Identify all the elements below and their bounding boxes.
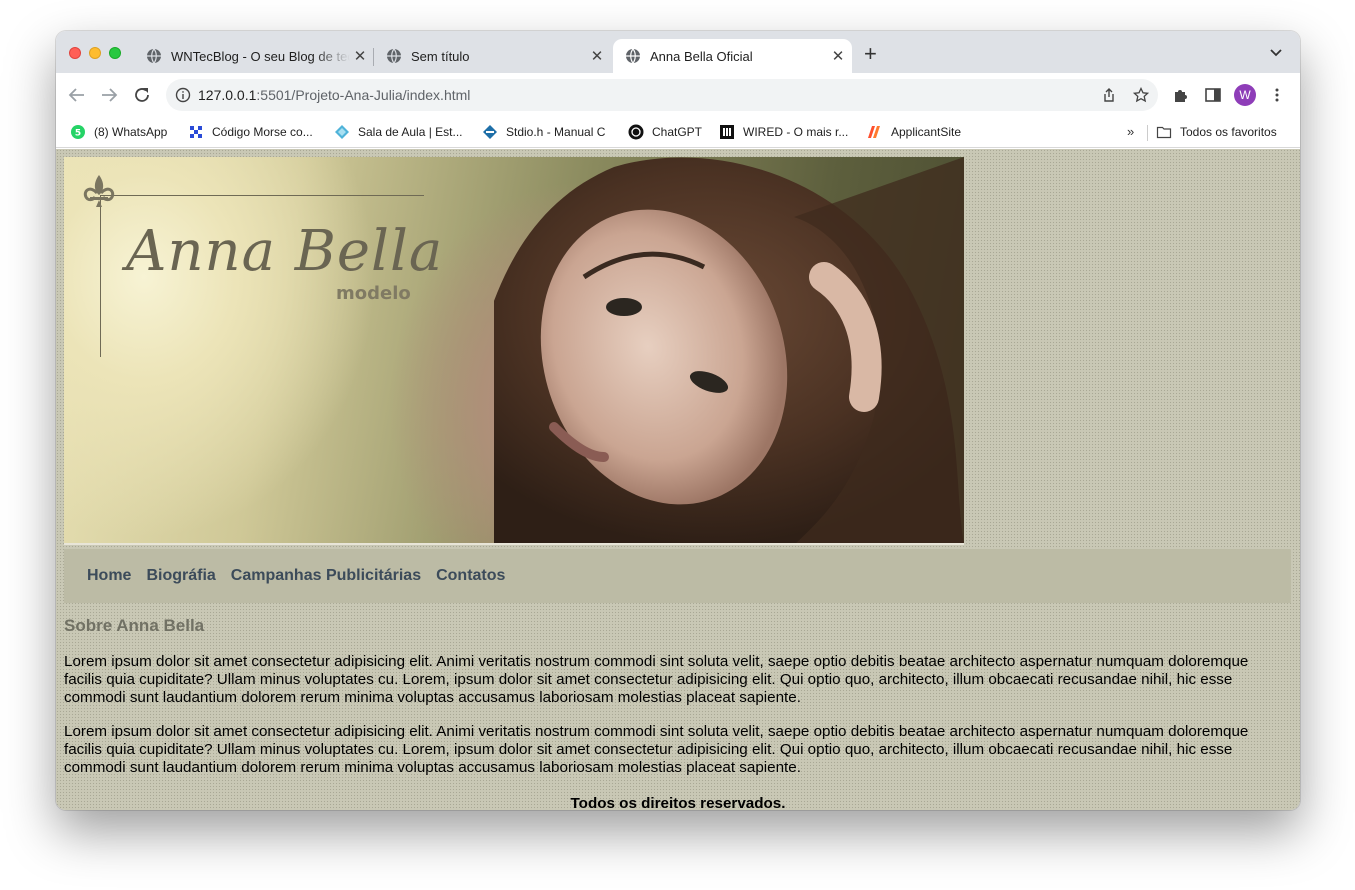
url-path: :5501/Projeto-Ana-Julia/index.html [256,87,471,103]
bookmark-label: (8) WhatsApp [94,125,168,139]
bookmark-chatgpt[interactable]: ChatGPT [628,123,702,141]
model-portrait-illustration [494,157,964,545]
nav-link-home[interactable]: Home [87,567,131,585]
tab-wntecblog[interactable]: WNTecBlog - O seu Blog de tecnologia ✕ [134,39,374,73]
banner-subtitle: modelo [336,283,411,304]
hero-banner-image: Anna Bella modelo [64,157,964,545]
close-icon[interactable]: ✕ [350,47,370,65]
page-viewport: Anna Bella modelo Home Biográfia Campanh… [56,149,1300,810]
wired-icon [720,125,734,139]
bookmarks-separator [1147,125,1148,141]
bookmark-label: Stdio.h - Manual C [506,125,606,139]
tab-anna-bella[interactable]: Anna Bella Oficial ✕ [613,39,852,73]
zoom-window-button[interactable] [109,47,121,59]
about-paragraph: Lorem ipsum dolor sit amet consectetur a… [64,723,1249,776]
bookmark-label: ApplicantSite [891,125,962,139]
star-icon[interactable] [1133,87,1149,103]
browser-window: WNTecBlog - O seu Blog de tecnologia ✕ S… [56,31,1300,810]
tab-strip: WNTecBlog - O seu Blog de tecnologia ✕ S… [56,31,1300,73]
bookmarks-bar: 5 (8) WhatsApp Código Morse co... Sala d… [56,117,1300,148]
morse-icon [189,125,203,139]
chatgpt-icon [628,124,644,140]
main-nav: Home Biográfia Campanhas Publicitárias C… [64,549,1291,603]
more-vert-icon[interactable] [1268,86,1286,104]
nav-link-campanhas[interactable]: Campanhas Publicitárias [231,567,421,585]
svg-text:5: 5 [75,129,81,139]
chevron-down-icon[interactable] [1268,48,1284,58]
bookmark-label: Sala de Aula | Est... [358,125,463,139]
banner-underline [64,543,964,545]
bookmark-stdio[interactable]: Stdio.h - Manual C [482,123,605,141]
section-title: Sobre Anna Bella [64,616,205,635]
reload-icon[interactable] [133,86,151,104]
fleur-de-lis-icon [83,175,115,207]
bookmark-morse[interactable]: Código Morse co... [188,123,313,141]
tab-title: Sem título [411,48,470,64]
folder-icon [1156,126,1172,139]
forward-arrow-icon[interactable] [100,86,118,104]
bookmark-label: Código Morse co... [212,125,313,139]
close-icon[interactable]: ✕ [828,47,848,65]
classroom-icon [335,125,349,139]
banner-frame-line [100,195,101,357]
whatsapp-icon: 5 [71,125,85,139]
share-icon[interactable] [1101,87,1117,103]
address-bar[interactable]: 127.0.0.1:5501/Projeto-Ana-Julia/index.h… [166,79,1158,111]
globe-icon [626,48,640,64]
new-tab-button[interactable]: + [864,43,877,65]
bookmark-whatsapp[interactable]: 5 (8) WhatsApp [70,123,167,141]
globe-icon [147,48,161,64]
close-window-button[interactable] [69,47,81,59]
minimize-window-button[interactable] [89,47,101,59]
extensions-puzzle-icon[interactable] [1172,86,1190,104]
globe-icon [387,48,401,64]
nav-link-biografia[interactable]: Biográfia [146,567,215,585]
bookmark-sala-de-aula[interactable]: Sala de Aula | Est... [334,123,463,141]
url-host: 127.0.0.1 [198,87,257,103]
info-icon[interactable] [175,87,191,103]
browser-toolbar: 127.0.0.1:5501/Projeto-Ana-Julia/index.h… [56,73,1300,117]
bookmark-applicantsite[interactable]: ApplicantSite [867,123,961,141]
applicant-icon [868,126,880,138]
close-icon[interactable]: ✕ [587,47,607,65]
all-bookmarks-folder[interactable]: Todos os favoritos [1156,123,1277,141]
side-panel-icon[interactable] [1204,86,1222,104]
bookmark-label: Todos os favoritos [1180,125,1277,139]
nav-link-contatos[interactable]: Contatos [436,567,505,585]
more-bookmarks-button[interactable]: » [1127,124,1134,139]
tab-title: WNTecBlog - O seu Blog de tecnologia [171,48,350,64]
banner-title: Anna Bella [126,219,444,284]
banner-frame-line [100,195,424,196]
back-arrow-icon[interactable] [68,86,86,104]
bookmark-label: WIRED - O mais r... [743,125,849,139]
bookmark-wired[interactable]: WIRED - O mais r... [719,123,848,141]
profile-avatar[interactable]: W [1234,84,1256,106]
bookmark-label: ChatGPT [652,125,703,139]
url-text[interactable]: 127.0.0.1:5501/Projeto-Ana-Julia/index.h… [198,87,470,103]
tab-title: Anna Bella Oficial [650,48,753,64]
stdio-icon [483,125,497,139]
footer-copyright: Todos os direitos reservados. [570,795,786,810]
about-paragraph: Lorem ipsum dolor sit amet consectetur a… [64,653,1249,706]
tab-sem-titulo[interactable]: Sem título ✕ [374,39,611,73]
